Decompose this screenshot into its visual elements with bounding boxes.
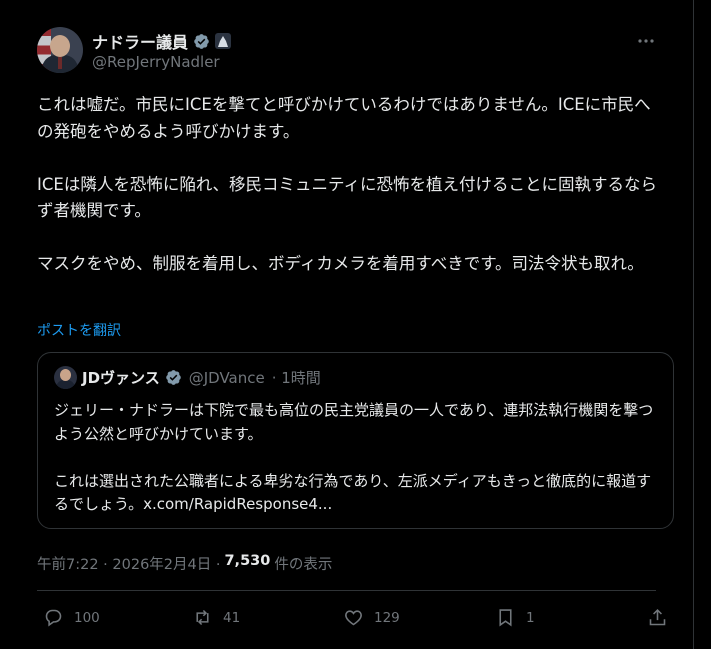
tweet-text: これは嘘だ。市民にICEを撃てと呼びかけているわけではありません。ICEに市民へ… [37,95,657,273]
share-icon [649,608,666,626]
tweet-meta: 午前7:22 · 2026年2月4日 · 7,530 件の表示 [37,553,332,574]
author-avatar[interactable] [37,27,83,73]
view-count-label: 件の表示 [274,557,333,573]
reply-button[interactable]: 100 [43,607,100,628]
bookmark-button[interactable]: 1 [495,607,535,628]
action-bar: 100 41 129 1 [37,603,674,635]
author-name-row: ナドラー議員 [92,29,232,53]
repost-button[interactable]: 41 [192,607,240,628]
bookmark-icon [499,609,512,627]
government-badge-icon [215,33,232,49]
scrollbar-track[interactable] [693,0,711,649]
quoted-tweet-text: ジェリー・ナドラーは下院で最も高位の民主党議員の一人であり、連邦法執行機関を撃つ… [54,401,654,513]
author-display-name[interactable]: ナドラー議員 [92,29,188,53]
author-handle[interactable]: @RepJerryNadler [92,53,220,71]
reply-count: 100 [74,609,100,626]
tweet-timestamp[interactable]: 午前7:22 · 2026年2月4日 · [37,553,220,574]
repost-icon [196,609,209,626]
translate-post-link[interactable]: ポストを翻訳 [37,320,121,340]
quoted-tweet-time: · 1時間 [271,369,321,387]
like-count: 129 [374,609,400,626]
quoted-tweet-header: JDヴァンス @JDVance · 1時間 [54,366,321,389]
repost-count: 41 [223,609,241,626]
quoted-author-name: JDヴァンス [82,369,160,387]
tweet-container: ナドラー議員 @RepJerryNadler これは嘘だ。市民にICEを撃てと呼… [0,0,693,649]
quoted-author-avatar [54,366,77,389]
like-button[interactable]: 129 [343,607,400,628]
quoted-author-handle: @JDVance [188,368,265,387]
quoted-tweet[interactable]: JDヴァンス @JDVance · 1時間 ジェリー・ナドラーは下院で最も高位の… [37,352,674,529]
bookmark-count: 1 [526,609,535,626]
heart-icon [345,610,362,626]
verified-check-icon [194,33,209,49]
divider [37,590,656,591]
view-count: 7,530 [224,553,271,569]
tweet-header: ナドラー議員 @RepJerryNadler [37,27,656,75]
share-button[interactable] [647,607,668,628]
more-dots-icon[interactable] [636,31,656,51]
verified-check-icon [165,370,181,385]
reply-icon [45,609,62,627]
